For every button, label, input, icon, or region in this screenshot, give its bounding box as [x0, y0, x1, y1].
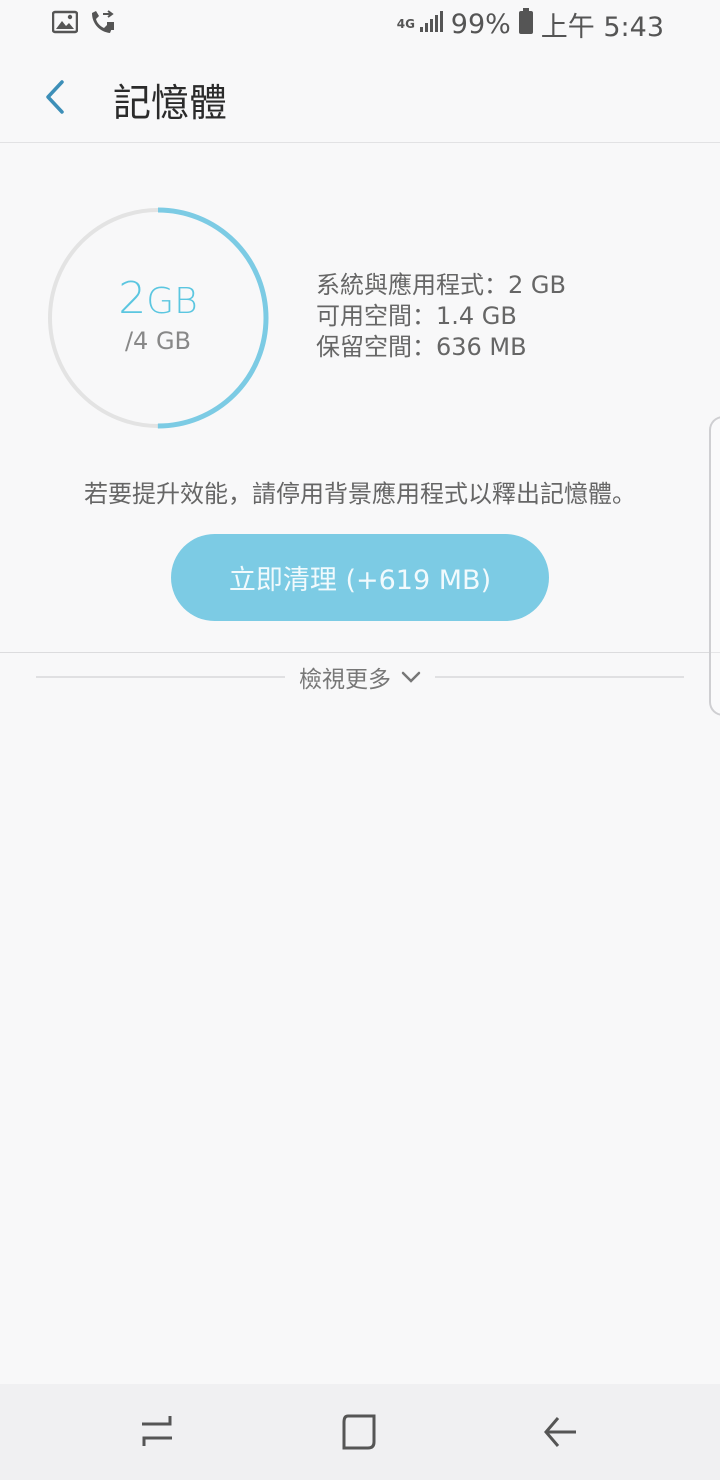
home-button[interactable]: [338, 1412, 380, 1452]
image-icon: [51, 10, 79, 38]
navigation-bar: [0, 1384, 720, 1480]
chevron-down-icon: [401, 671, 421, 683]
performance-hint: 若要提升效能，請停用背景應用程式以釋出記憶體。: [84, 480, 636, 508]
used-number: 2: [118, 272, 147, 324]
divider-line-right: [435, 676, 684, 678]
info-available: 可用空間：1.4 GB: [316, 302, 517, 330]
app-header: 記憶體: [0, 48, 720, 143]
recent-apps-button[interactable]: [136, 1412, 178, 1452]
section-divider: [0, 652, 720, 653]
home-icon: [342, 1414, 376, 1450]
status-bar: 4G 99% 上午 5:43: [0, 0, 720, 48]
back-nav-button[interactable]: [540, 1412, 582, 1452]
chevron-left-icon: [46, 80, 64, 114]
clock: 上午 5:43: [540, 11, 664, 43]
divider-line-left: [36, 676, 285, 678]
battery-percent: 99%: [450, 8, 511, 40]
battery-icon: [518, 7, 533, 41]
used-unit: GB: [146, 280, 198, 322]
view-more-button[interactable]: 檢視更多: [285, 660, 435, 694]
view-more-label: 檢視更多: [299, 667, 391, 693]
total-memory: /4 GB: [124, 326, 192, 355]
gauge-label: 2GB /4 GB: [46, 206, 270, 430]
clean-now-button[interactable]: 立即清理 (+619 MB): [171, 534, 549, 621]
back-arrow-icon: [544, 1417, 576, 1447]
network-type: 4G: [396, 17, 415, 31]
info-apps-system: 系統與應用程式：2 GB: [316, 271, 566, 299]
edge-panel-handle[interactable]: [709, 416, 720, 716]
back-button[interactable]: [36, 74, 76, 120]
recent-apps-icon: [142, 1416, 172, 1446]
signal-icon: [419, 9, 443, 40]
page-title: 記憶體: [113, 81, 228, 125]
view-more-row: 檢視更多: [36, 660, 684, 694]
info-reserved: 保留空間：636 MB: [316, 333, 527, 361]
status-right-group: 4G 99% 上午 5:43: [396, 6, 664, 43]
used-memory-value: 2GB: [118, 272, 198, 327]
memory-info-list: 系統與應用程式：2 GB 可用空間：1.4 GB 保留空間：636 MB: [316, 270, 566, 363]
call-forward-icon: [88, 10, 116, 40]
